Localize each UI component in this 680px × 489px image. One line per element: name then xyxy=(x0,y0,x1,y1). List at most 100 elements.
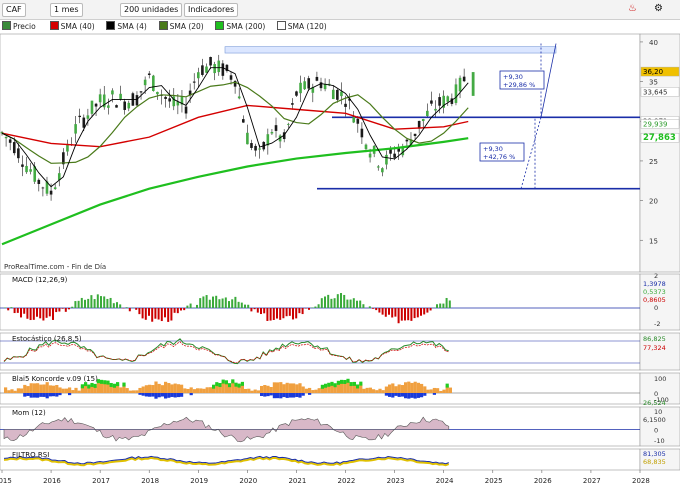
koncorde-green-bar xyxy=(116,382,120,387)
macd-bar xyxy=(250,308,253,312)
candle-body xyxy=(201,65,204,75)
candle-body xyxy=(462,76,466,82)
koncorde-green-bar xyxy=(352,381,356,386)
candle-body xyxy=(111,90,114,95)
candle-body xyxy=(360,128,364,138)
macd-tick: 0 xyxy=(654,304,658,312)
candle-body xyxy=(209,56,212,66)
macd-bar xyxy=(119,304,122,308)
candle-body xyxy=(127,102,131,109)
candle-body xyxy=(41,187,45,189)
macd-bar xyxy=(378,308,381,313)
macd-bar xyxy=(445,297,448,308)
macd-bar xyxy=(189,303,192,308)
stoch-value-label: 77,324 xyxy=(643,344,666,352)
candle-body xyxy=(147,73,151,75)
macd-bar xyxy=(100,296,102,308)
candle-body xyxy=(421,119,425,122)
macd-bar xyxy=(10,307,13,308)
candle-body xyxy=(393,153,396,158)
candle-body xyxy=(29,169,32,172)
macd-bar xyxy=(77,300,80,308)
koncorde-blue-bar xyxy=(260,393,264,397)
koncorde-orange-bar xyxy=(26,386,30,393)
macd-bar xyxy=(336,294,339,308)
candle-body xyxy=(454,84,458,103)
koncorde-blue-bar xyxy=(432,393,436,395)
price-tick-label: 20 xyxy=(649,198,658,206)
koncorde-blue-bar xyxy=(423,393,427,396)
macd-bar xyxy=(196,304,198,308)
macd-bar xyxy=(327,294,330,308)
koncorde-green-bar xyxy=(240,381,244,386)
koncorde-orange-bar xyxy=(74,387,78,393)
macd-bar xyxy=(340,293,342,308)
koncorde-orange-bar xyxy=(61,388,65,393)
koncorde-orange-bar xyxy=(429,389,433,393)
koncorde-orange-bar xyxy=(36,383,40,393)
macd-bar xyxy=(362,304,365,308)
candle-body xyxy=(241,119,245,123)
macd-bar xyxy=(39,308,42,319)
x-tick-label: 2025 xyxy=(485,477,503,485)
macd-bar xyxy=(45,308,48,318)
macd-bar xyxy=(285,308,288,317)
candle-body-last xyxy=(471,72,475,96)
macd-bar xyxy=(90,295,93,308)
macd-bar xyxy=(416,308,419,318)
candle-body xyxy=(205,66,208,73)
koncorde-blue-bar xyxy=(144,393,148,397)
macd-bar xyxy=(263,308,266,314)
koncorde-orange-bar xyxy=(77,390,81,393)
macd-bar xyxy=(279,308,282,320)
macd-bar xyxy=(180,308,182,311)
candle-body xyxy=(413,133,417,136)
koncorde-blue-bar xyxy=(285,393,289,398)
macd-bar xyxy=(448,300,451,308)
koncorde-orange-bar xyxy=(205,387,209,393)
macd-bar xyxy=(256,308,259,313)
macd-bar xyxy=(183,308,186,311)
candle-body xyxy=(213,64,216,74)
candle-body xyxy=(246,132,249,145)
koncorde-green-bar xyxy=(343,379,347,384)
measure-percent: +29,86 % xyxy=(503,81,535,89)
koncorde-green-bar xyxy=(103,380,107,385)
koncorde-green-bar xyxy=(349,382,353,387)
candle-body xyxy=(286,123,290,125)
macd-bar xyxy=(276,308,278,319)
koncorde-orange-bar xyxy=(292,383,296,393)
macd-bar xyxy=(36,308,38,317)
koncorde-orange-bar xyxy=(436,388,440,393)
macd-title: MACD (12,26,9) xyxy=(12,276,68,284)
macd-bar xyxy=(103,296,106,308)
koncorde-orange-bar xyxy=(29,383,33,393)
koncorde-orange-bar xyxy=(439,390,443,393)
macd-bar xyxy=(429,308,432,311)
koncorde-orange-bar xyxy=(375,390,379,393)
koncorde-orange-bar xyxy=(173,383,177,393)
macd-bar xyxy=(426,308,429,313)
candle-body xyxy=(352,116,356,123)
koncorde-orange-bar xyxy=(391,383,395,393)
macd-bar xyxy=(320,298,323,308)
koncorde-orange-bar xyxy=(285,382,289,393)
macd-bar xyxy=(391,308,394,318)
koncorde-value-label: 26,524 xyxy=(643,399,666,407)
koncorde-blue-bar xyxy=(58,393,62,396)
koncorde-orange-bar xyxy=(55,385,59,393)
koncorde-green-bar xyxy=(237,383,241,388)
candle-body xyxy=(53,187,57,190)
candle-body xyxy=(315,76,319,81)
koncorde-green-bar xyxy=(324,383,328,388)
koncorde-orange-bar xyxy=(138,387,142,393)
measure-points: +9,30 xyxy=(503,73,523,81)
x-tick-label: 2015 xyxy=(0,477,12,485)
koncorde-orange-bar xyxy=(148,384,152,393)
candle-body xyxy=(434,108,437,111)
macd-bar xyxy=(231,299,234,308)
koncorde-orange-bar xyxy=(420,383,424,393)
koncorde-orange-bar xyxy=(260,385,264,393)
macd-tick: -2 xyxy=(654,320,660,328)
koncorde-orange-bar xyxy=(282,384,286,393)
